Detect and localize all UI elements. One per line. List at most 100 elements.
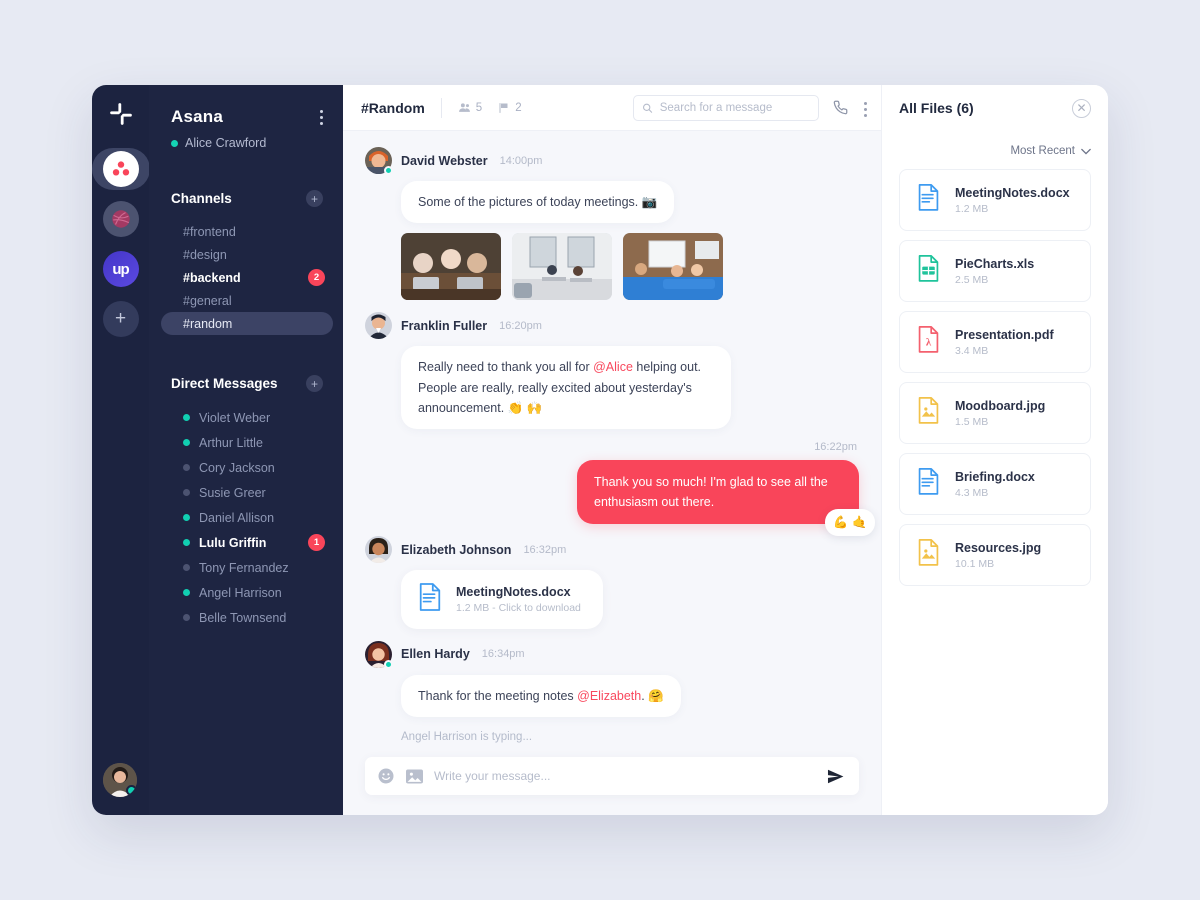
- sidebar-dm-arthur-little[interactable]: Arthur Little: [161, 430, 333, 455]
- image-thumbnail[interactable]: [401, 233, 501, 301]
- dm-label: Daniel Allison: [199, 510, 275, 525]
- search-input[interactable]: [659, 101, 810, 114]
- sidebar-dm-tony-fernandez[interactable]: Tony Fernandez: [161, 555, 333, 580]
- members-count[interactable]: 5: [458, 101, 482, 114]
- file-name: Presentation.pdf: [955, 327, 1054, 342]
- channel-name: #Random: [361, 99, 425, 116]
- sidebar: Asana Alice Crawford Channels + #fronten…: [149, 85, 343, 815]
- members-count-value: 5: [475, 101, 483, 114]
- dm-label: Lulu Griffin: [199, 535, 267, 550]
- add-channel-button[interactable]: +: [306, 190, 323, 207]
- avatar[interactable]: [365, 147, 393, 175]
- message-emoji: 🤗: [648, 688, 664, 703]
- file-card[interactable]: MeetingNotes.docx 1.2 MB: [899, 169, 1091, 231]
- pins-count[interactable]: 2: [498, 102, 522, 114]
- message-composer[interactable]: [365, 757, 859, 795]
- sort-dropdown[interactable]: Most Recent: [899, 145, 1091, 157]
- mention-link[interactable]: @Elizabeth: [577, 689, 641, 703]
- dm-section-header: Direct Messages +: [149, 375, 343, 392]
- file-card[interactable]: Moodboard.jpg 1.5 MB: [899, 382, 1091, 444]
- online-dot: [183, 439, 190, 446]
- sidebar-channel-design[interactable]: #design: [161, 243, 333, 266]
- mention-link[interactable]: @Alice: [593, 360, 633, 374]
- phone-icon[interactable]: [833, 100, 848, 115]
- sidebar-dm-angel-harrison[interactable]: Angel Harrison: [161, 580, 333, 605]
- file-size: 3.4 MB: [955, 344, 989, 357]
- avatar[interactable]: [365, 640, 393, 669]
- dm-label: Violet Weber: [199, 410, 271, 425]
- flag-icon: [499, 102, 508, 113]
- doc-file-icon: [916, 183, 941, 217]
- close-icon[interactable]: ✕: [1072, 98, 1091, 118]
- svg-text:λ: λ: [926, 337, 932, 349]
- chat-menu-icon[interactable]: [864, 99, 867, 117]
- file-card[interactable]: PieCharts.xls 2.5 MB: [899, 240, 1091, 302]
- reaction-emoji: 💪: [833, 514, 849, 529]
- message-sender: David Webster: [401, 153, 488, 168]
- avatar[interactable]: [365, 536, 392, 563]
- file-card[interactable]: Briefing.docx 4.3 MB: [899, 453, 1091, 515]
- file-name: MeetingNotes.docx: [955, 185, 1070, 200]
- composer-wrapper: [343, 747, 881, 815]
- dm-label: Tony Fernandez: [199, 560, 289, 575]
- message-text: Thank you so much! I'm glad to see all t…: [594, 475, 828, 509]
- reaction-chip[interactable]: 💪 🤙: [825, 508, 875, 536]
- channels-section-header: Channels +: [149, 190, 343, 207]
- sidebar-dm-cory-jackson[interactable]: Cory Jackson: [161, 455, 333, 480]
- file-card[interactable]: λ Presentation.pdf 3.4 MB: [899, 311, 1091, 373]
- current-user-avatar[interactable]: [103, 763, 137, 797]
- channel-label: #general: [183, 293, 232, 308]
- img-file-icon: [916, 396, 941, 430]
- offline-dot: [183, 564, 190, 571]
- chat-header: #Random 5 2: [343, 85, 881, 131]
- message-input[interactable]: [434, 769, 816, 783]
- file-size: 2.5 MB: [955, 273, 989, 286]
- sidebar-channel-backend[interactable]: #backend 2: [161, 266, 333, 289]
- file-card[interactable]: Resources.jpg 10.1 MB: [899, 524, 1091, 586]
- message: Elizabeth Johnson 16:32pm MeetingNotes.doc…: [365, 536, 859, 629]
- current-user: Alice Crawford: [149, 136, 343, 150]
- doc-file-icon: [916, 467, 941, 501]
- avatar[interactable]: [365, 312, 392, 340]
- sidebar-dm-lulu-griffin[interactable]: Lulu Griffin 1: [161, 530, 333, 555]
- offline-dot: [183, 464, 190, 471]
- dm-label: Belle Townsend: [199, 610, 287, 625]
- image-attach-icon[interactable]: [405, 768, 424, 785]
- file-meta: 1.2 MB - Click to download: [456, 601, 581, 614]
- online-dot: [384, 166, 393, 175]
- send-button[interactable]: [826, 767, 845, 786]
- offline-dot: [183, 489, 190, 496]
- plus-icon: +: [102, 301, 139, 337]
- message: David Webster 14:00pm Some of the pictures…: [365, 147, 859, 301]
- image-thumbnail[interactable]: [623, 233, 723, 301]
- message: Franklin Fuller 16:20pm Really need to tha…: [365, 312, 859, 429]
- add-workspace-button[interactable]: +: [102, 301, 139, 337]
- message-bubble: Really need to thank you all for @Alice …: [401, 346, 731, 429]
- sidebar-dm-daniel-allison[interactable]: Daniel Allison: [161, 505, 333, 530]
- image-thumbnail[interactable]: [512, 233, 612, 301]
- dm-label: Susie Greer: [199, 485, 266, 500]
- workspace-dribbble[interactable]: [102, 201, 139, 237]
- sidebar-dm-susie-greer[interactable]: Susie Greer: [161, 480, 333, 505]
- workspace-upwork[interactable]: up: [102, 251, 139, 287]
- file-name: Briefing.docx: [955, 469, 1035, 484]
- sidebar-channel-general[interactable]: #general: [161, 289, 333, 312]
- sidebar-dm-belle-townsend[interactable]: Belle Townsend: [161, 605, 333, 630]
- file-attachment[interactable]: MeetingNotes.docx 1.2 MB - Click to downl…: [401, 570, 603, 629]
- sidebar-dm-violet-weber[interactable]: Violet Weber: [161, 405, 333, 430]
- add-dm-button[interactable]: +: [306, 375, 323, 392]
- current-user-name: Alice Crawford: [185, 136, 267, 150]
- image-attachments: [401, 233, 859, 301]
- file-name: Resources.jpg: [955, 540, 1042, 555]
- file-size: 1.5 MB: [955, 415, 989, 428]
- emoji-icon[interactable]: [377, 767, 395, 785]
- search-box[interactable]: [633, 94, 819, 121]
- workspace-asana[interactable]: [92, 148, 150, 190]
- people-icon: [458, 103, 470, 112]
- online-dot: [384, 659, 393, 669]
- online-dot: [126, 785, 137, 796]
- online-dot: [183, 539, 190, 546]
- sidebar-channel-random[interactable]: #random: [161, 312, 333, 335]
- sidebar-channel-frontend[interactable]: #frontend: [161, 220, 333, 243]
- workspace-menu-icon[interactable]: [320, 107, 323, 125]
